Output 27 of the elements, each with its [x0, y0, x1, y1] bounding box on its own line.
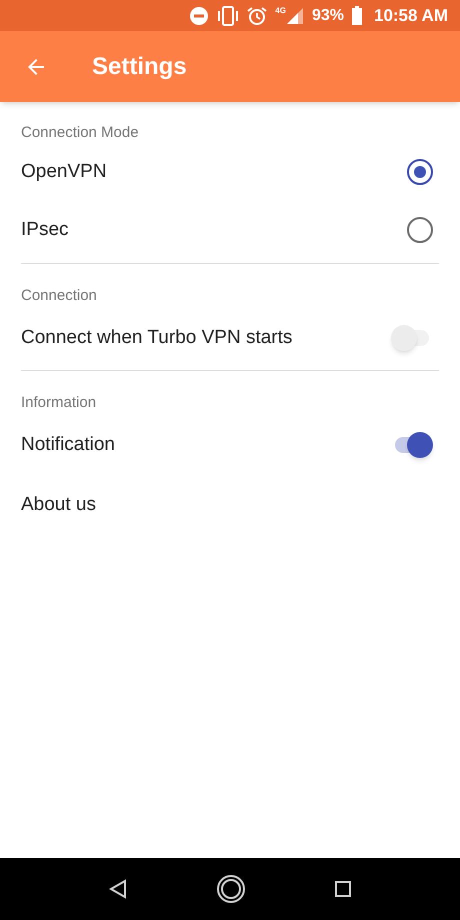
battery-percentage: 93% — [312, 6, 344, 26]
back-icon[interactable] — [108, 879, 128, 899]
settings-row[interactable]: Notification — [21, 415, 439, 475]
setting-label: Connect when Turbo VPN starts — [21, 326, 292, 350]
setting-label: OpenVPN — [21, 160, 107, 184]
alarm-clock-icon — [247, 6, 268, 26]
section-header: Information — [21, 393, 98, 413]
settings-row[interactable]: IPsec — [21, 199, 439, 261]
battery-icon — [352, 6, 362, 25]
clock: 10:58 AM — [374, 4, 448, 27]
signal-icon — [286, 6, 304, 24]
screen-title: Settings — [92, 52, 187, 82]
setting-label: About us — [21, 492, 96, 517]
section-header: Connection — [21, 286, 98, 306]
radio-button[interactable] — [407, 159, 433, 185]
home-icon[interactable] — [216, 874, 246, 904]
settings-row[interactable]: Connect when Turbo VPN starts — [21, 308, 439, 368]
radio-button[interactable] — [407, 217, 433, 243]
do-not-disturb-icon — [189, 6, 210, 26]
setting-label: Notification — [21, 432, 115, 457]
section-header: Connection Mode — [21, 123, 140, 143]
vibrate-icon — [217, 6, 240, 26]
recents-icon[interactable] — [334, 880, 352, 898]
setting-label: IPsec — [21, 218, 69, 242]
network-type: 4G — [275, 6, 286, 14]
settings-row[interactable]: About us — [21, 475, 439, 535]
settings-row[interactable]: OpenVPN — [21, 145, 439, 199]
